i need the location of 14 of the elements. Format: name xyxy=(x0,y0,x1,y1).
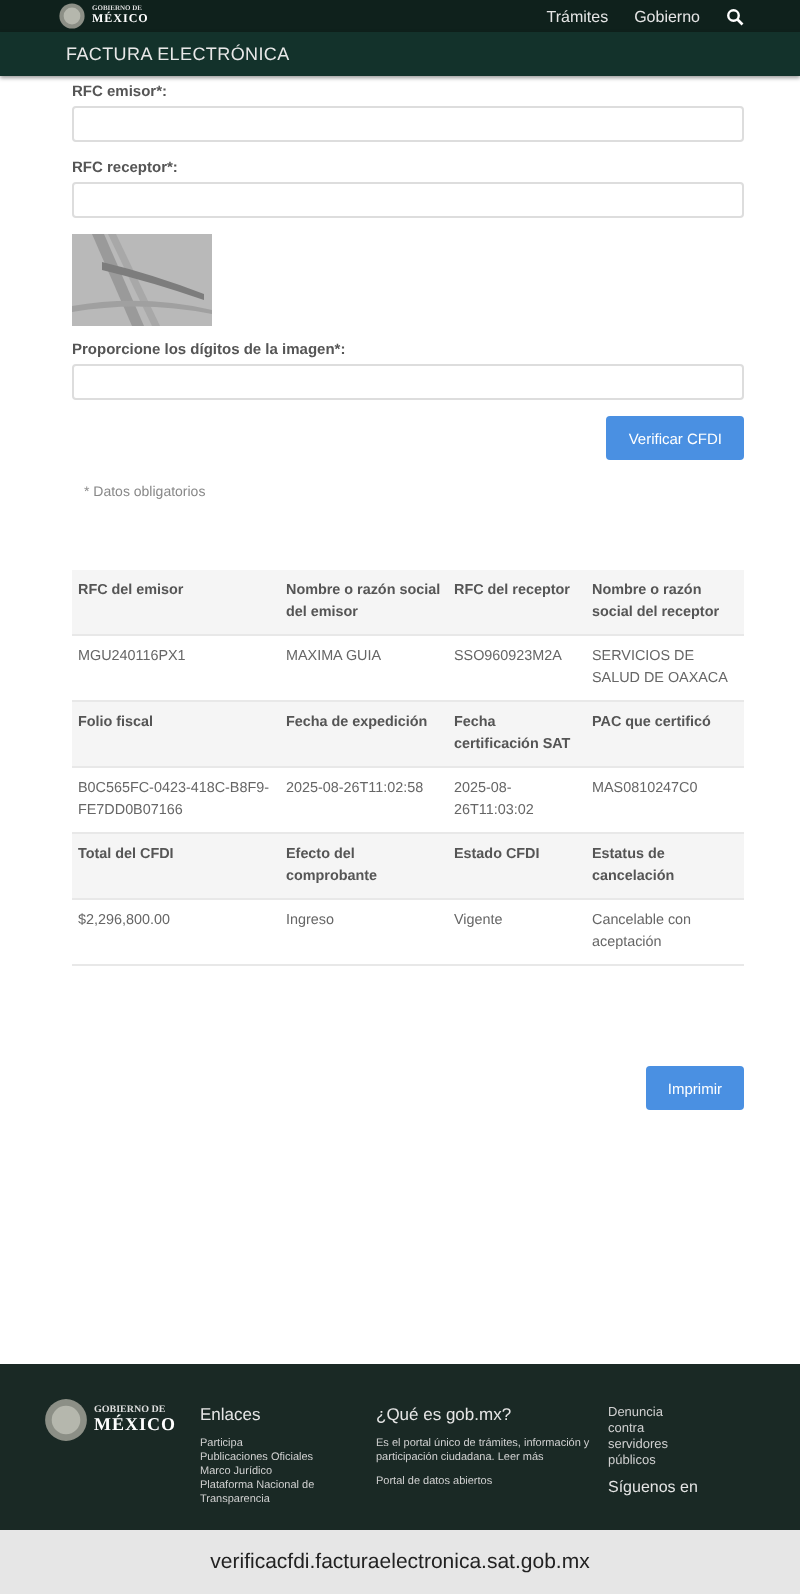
input-field[interactable] xyxy=(72,106,744,142)
section-title: FACTURA ELECTRÓNICA xyxy=(66,44,290,64)
footer-heading: Enlaces xyxy=(200,1404,261,1424)
search-icon[interactable] xyxy=(726,7,744,25)
footer-heading: Síguenos en xyxy=(608,1478,698,1496)
url-text: verificacfdi.facturaelectronica.sat.gob.mx xyxy=(210,1550,590,1574)
footer-heading: ¿Qué es gob.mx? xyxy=(376,1404,512,1424)
brand-name: MÉXICO xyxy=(94,1416,176,1434)
seal-icon xyxy=(44,1398,88,1442)
seal-icon xyxy=(58,2,86,30)
nav-link[interactable]: Trámites xyxy=(546,7,609,25)
input-field[interactable] xyxy=(72,182,744,218)
input-field[interactable] xyxy=(72,364,744,400)
nav-link[interactable]: Gobierno xyxy=(634,7,700,25)
